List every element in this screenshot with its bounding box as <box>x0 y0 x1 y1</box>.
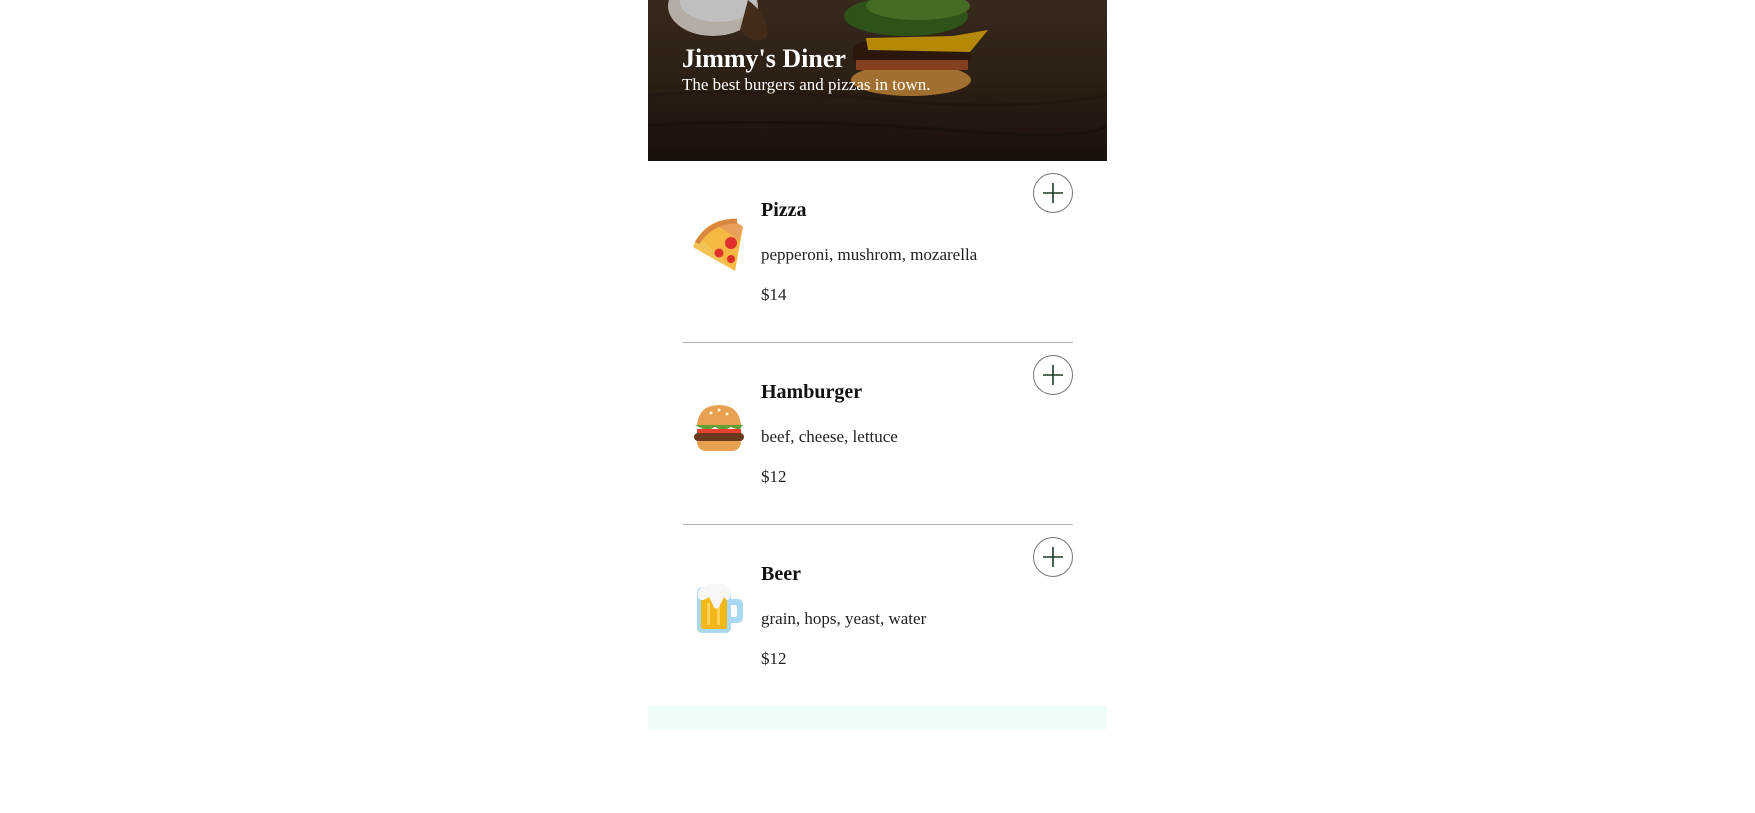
item-price: $14 <box>761 285 787 304</box>
hamburger-icon <box>691 399 747 455</box>
plus-icon <box>1043 547 1063 567</box>
item-name: Pizza <box>761 199 807 221</box>
footer-strip <box>648 706 1107 729</box>
menu-item-beer: Beer grain, hops, yeast, water $12 <box>683 525 1073 707</box>
add-pizza-button[interactable] <box>1033 173 1073 213</box>
menu-list: Pizza pepperoni, mushrom, mozarella $14 <box>683 161 1073 707</box>
item-ingredients: beef, cheese, lettuce <box>761 427 898 446</box>
plus-icon <box>1043 365 1063 385</box>
item-name: Beer <box>761 563 801 585</box>
restaurant-tagline: The best burgers and pizzas in town. <box>682 75 931 94</box>
add-beer-button[interactable] <box>1033 537 1073 577</box>
item-ingredients: grain, hops, yeast, water <box>761 609 927 628</box>
item-name: Hamburger <box>761 381 863 403</box>
hero-text-block: Jimmy's Diner The best burgers and pizza… <box>682 44 930 96</box>
item-ingredients: pepperoni, mushrom, mozarella <box>761 245 978 264</box>
plus-icon <box>1043 183 1063 203</box>
item-price: $12 <box>761 467 787 486</box>
hero-banner: Jimmy's Diner The best burgers and pizza… <box>648 0 1107 161</box>
beer-icon <box>691 581 747 637</box>
item-price: $12 <box>761 649 787 668</box>
restaurant-title: Jimmy's Diner <box>682 44 846 73</box>
menu-item-pizza: Pizza pepperoni, mushrom, mozarella $14 <box>683 161 1073 343</box>
pizza-icon <box>691 217 747 273</box>
app-container: Jimmy's Diner The best burgers and pizza… <box>648 0 1107 730</box>
menu-item-hamburger: Hamburger beef, cheese, lettuce $12 <box>683 343 1073 525</box>
add-hamburger-button[interactable] <box>1033 355 1073 395</box>
